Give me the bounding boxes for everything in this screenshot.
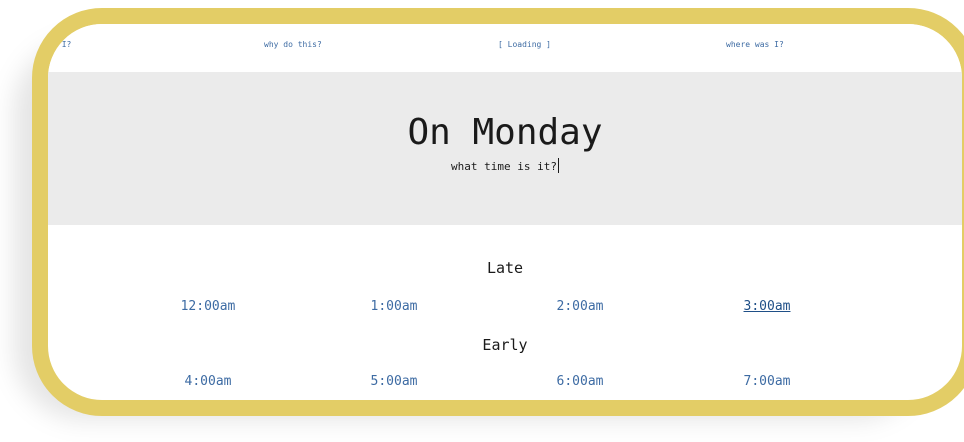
nav-link-why-do-this[interactable]: why do this? — [264, 40, 322, 49]
page-subtitle: what time is it? — [48, 158, 962, 173]
page-title: On Monday — [407, 112, 603, 153]
time-link-3am[interactable]: 3:00am — [707, 299, 827, 314]
time-row-late: 12:00am 1:00am 2:00am 3:00am — [48, 299, 962, 319]
page-frame: who am I? why do this? [ Loading ] where… — [32, 8, 964, 416]
nav-link-where-was-i[interactable]: where was I? — [726, 40, 784, 49]
section-heading-late: Late — [486, 259, 524, 277]
time-link-7am[interactable]: 7:00am — [707, 374, 827, 389]
time-link-12am[interactable]: 12:00am — [148, 299, 268, 314]
text-cursor — [557, 158, 559, 173]
section-heading-early: Early — [482, 336, 528, 354]
time-row-early: 4:00am 5:00am 6:00am 7:00am — [48, 374, 962, 394]
time-link-4am[interactable]: 4:00am — [148, 374, 268, 389]
nav-link-loading[interactable]: [ Loading ] — [498, 40, 551, 49]
time-link-2am[interactable]: 2:00am — [520, 299, 640, 314]
nav-link-who-am-i[interactable]: who am I? — [50, 40, 71, 49]
subtitle-text: what time is it? — [451, 160, 557, 173]
time-link-6am[interactable]: 6:00am — [520, 374, 640, 389]
time-link-1am[interactable]: 1:00am — [334, 299, 454, 314]
time-link-5am[interactable]: 5:00am — [334, 374, 454, 389]
top-nav: who am I? why do this? [ Loading ] where… — [48, 24, 962, 72]
hero-banner: On Monday what time is it? — [48, 72, 962, 225]
